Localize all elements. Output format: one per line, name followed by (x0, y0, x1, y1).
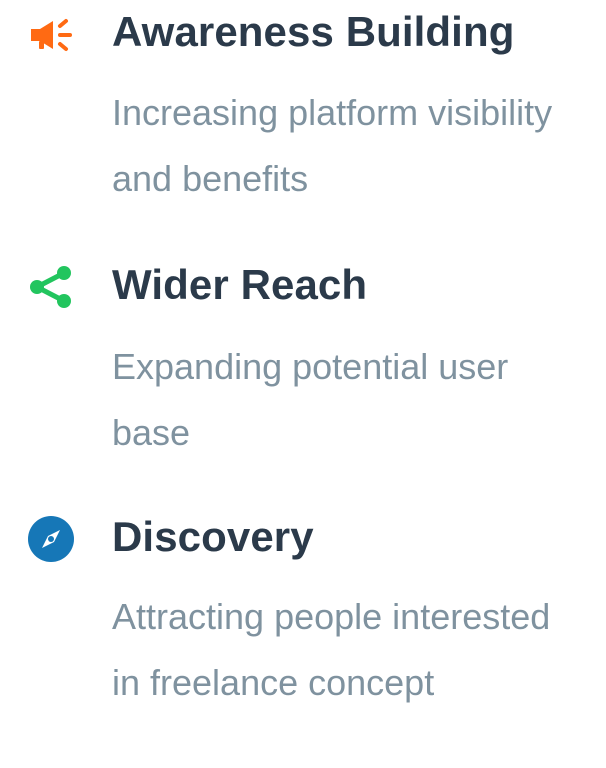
compass-icon (26, 514, 76, 564)
feature-title: Wider Reach (112, 261, 368, 308)
feature-list: Awareness Building Increasing platform v… (0, 0, 606, 768)
feature-title: Awareness Building (112, 8, 515, 55)
feature-description: Attracting people interested in freelanc… (112, 596, 551, 703)
feature-title: Discovery (112, 513, 314, 560)
megaphone-icon (26, 10, 76, 60)
share-icon (26, 262, 76, 312)
feature-description: Increasing platform visibility and benef… (112, 92, 553, 199)
feature-description: Expanding potential user base (112, 346, 509, 453)
